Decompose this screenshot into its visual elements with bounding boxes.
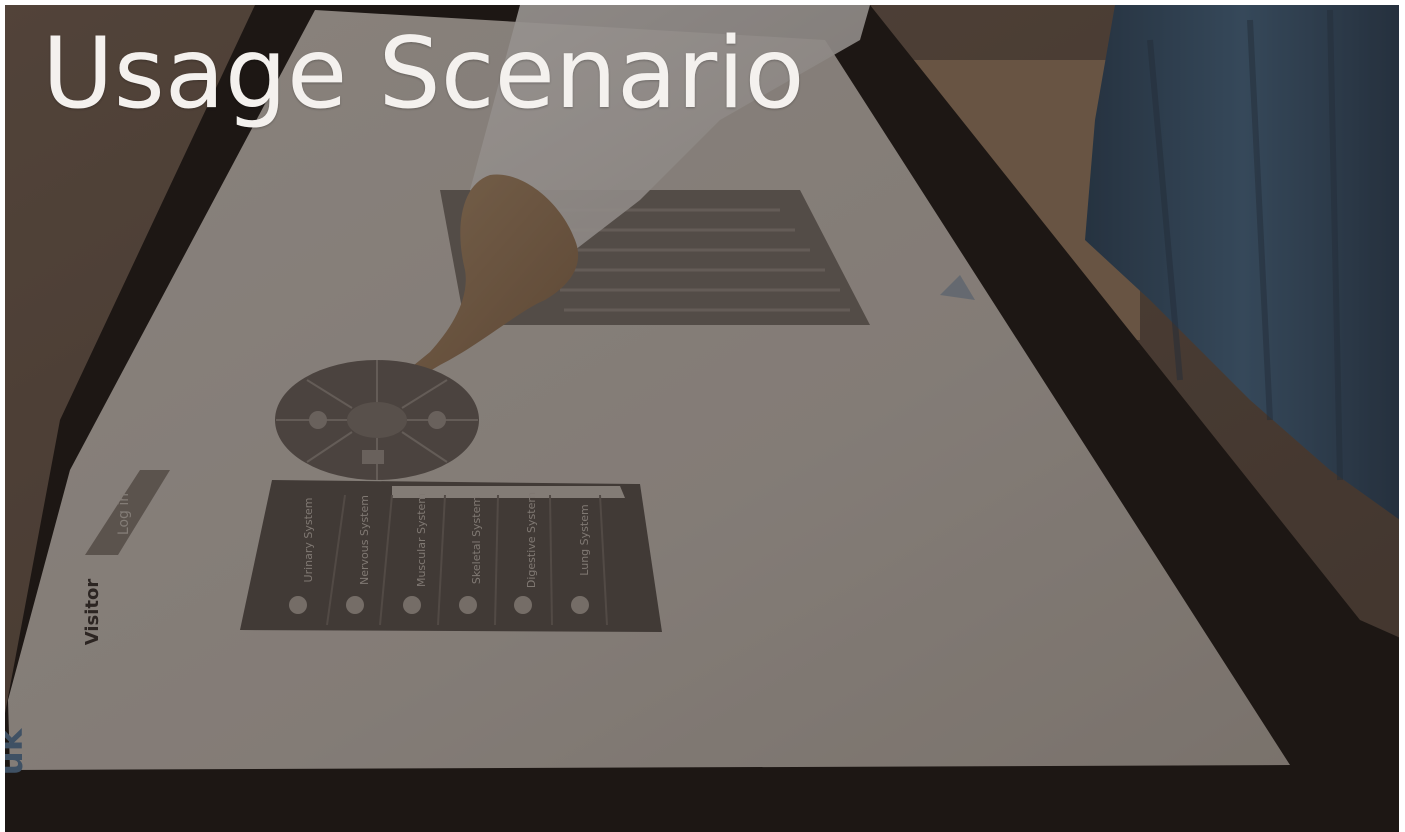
frame-left (0, 0, 5, 832)
page-title: Usage Scenario (42, 17, 805, 131)
frame-top (0, 0, 1405, 5)
frame-right (1399, 0, 1405, 832)
